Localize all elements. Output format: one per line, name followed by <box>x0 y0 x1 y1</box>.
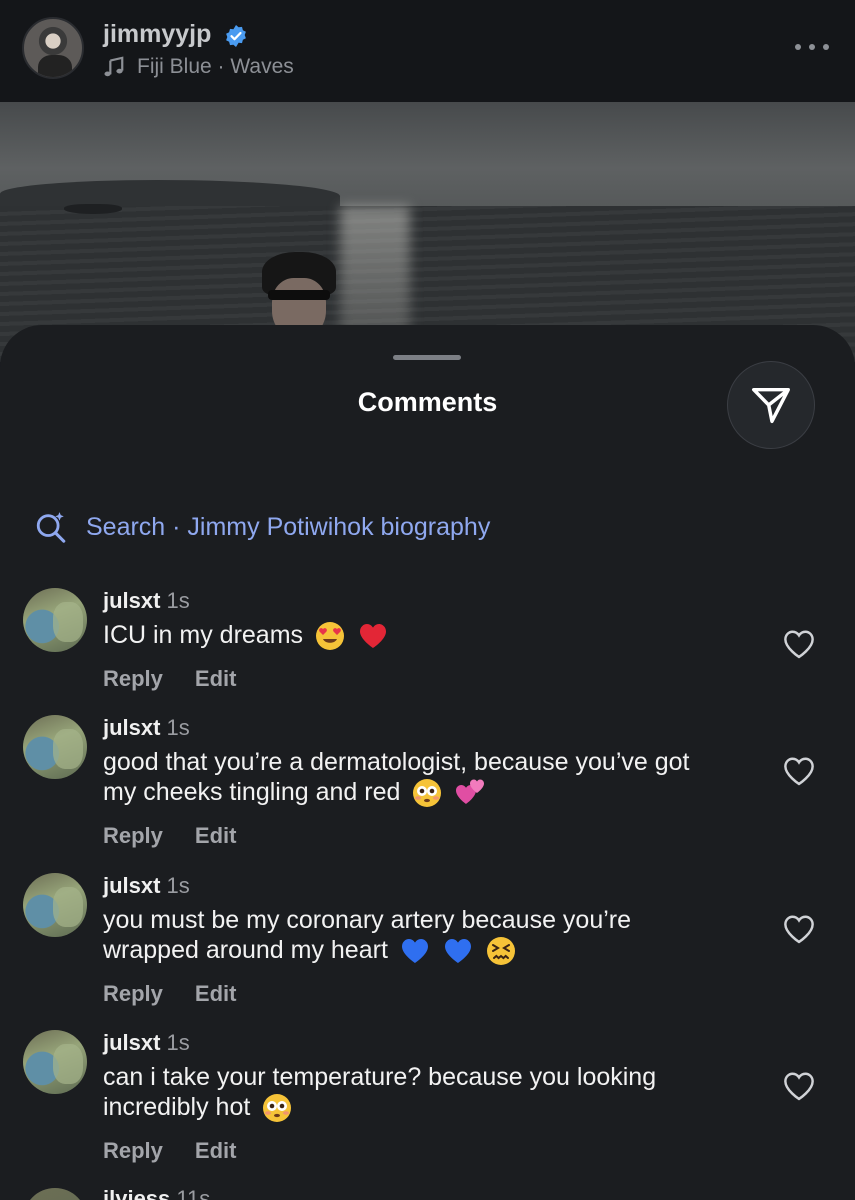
confounded-face-icon <box>486 937 515 966</box>
author-username[interactable]: jimmyyjp <box>103 20 211 49</box>
music-label: Fiji Blue · Waves <box>137 55 294 78</box>
commenter-avatar[interactable] <box>23 715 87 779</box>
post-photo <box>0 102 855 362</box>
like-heart-icon[interactable] <box>782 914 816 944</box>
search-suggestion-label: Search · Jimmy Potiwihok biography <box>86 512 491 541</box>
comment-actions: Reply Edit <box>103 823 236 849</box>
two-hearts-icon <box>456 779 485 805</box>
commenter-username[interactable]: julsxt <box>103 873 160 898</box>
commenter-username[interactable]: julsxt <box>103 588 160 613</box>
drag-handle[interactable] <box>393 355 461 360</box>
comment-text: ICU in my dreams <box>103 620 743 652</box>
edit-button[interactable]: Edit <box>195 1138 237 1164</box>
heart-eyes-face-icon <box>316 622 344 651</box>
edit-button[interactable]: Edit <box>195 981 237 1007</box>
blue-heart-icon <box>444 939 471 964</box>
reply-button[interactable]: Reply <box>103 823 163 849</box>
reply-button[interactable]: Reply <box>103 981 163 1007</box>
commenter-username[interactable]: julsxt <box>103 715 160 740</box>
comment-header: julsxt 1s <box>103 1030 190 1056</box>
search-suggestion[interactable]: Search · Jimmy Potiwihok biography <box>34 510 490 544</box>
red-heart-icon <box>359 624 386 649</box>
send-icon <box>752 387 790 424</box>
comment-time: 1s <box>166 715 190 740</box>
verified-badge-icon <box>226 25 246 47</box>
more-options-icon[interactable] <box>795 40 829 54</box>
comment-actions: Reply Edit <box>103 1138 236 1164</box>
comment-time: 1s <box>166 1030 190 1055</box>
comment-text: can i take your temperature? because you… <box>103 1062 723 1124</box>
reply-button[interactable]: Reply <box>103 1138 163 1164</box>
comment-actions: Reply Edit <box>103 666 236 692</box>
comment-header: julsxt 1s <box>103 873 190 899</box>
comment-text: you must be my coronary artery because y… <box>103 905 703 967</box>
music-info[interactable]: Fiji Blue · Waves <box>103 55 294 79</box>
comment-time: 1s <box>166 873 190 898</box>
like-heart-icon[interactable] <box>782 1071 816 1101</box>
commenter-username[interactable]: julsxt <box>103 1030 160 1055</box>
edit-button[interactable]: Edit <box>195 823 237 849</box>
ai-search-icon <box>36 512 66 543</box>
like-heart-icon[interactable] <box>782 629 816 659</box>
commenter-username[interactable]: ilyjess 11s <box>103 1186 210 1200</box>
comment-header: julsxt 1s <box>103 715 190 741</box>
reply-button[interactable]: Reply <box>103 666 163 692</box>
comment-header: julsxt 1s <box>103 588 190 614</box>
commenter-avatar[interactable] <box>23 588 87 652</box>
comment-time: 1s <box>166 588 190 613</box>
commenter-avatar[interactable] <box>23 1030 87 1094</box>
author-avatar[interactable] <box>22 17 84 79</box>
comment-text: good that you’re a dermatologist, becaus… <box>103 747 723 809</box>
edit-button[interactable]: Edit <box>195 666 237 692</box>
flushed-face-icon <box>413 779 442 808</box>
comment-actions: Reply Edit <box>103 981 236 1007</box>
flushed-face-icon <box>263 1094 292 1123</box>
share-button[interactable] <box>727 361 815 449</box>
blue-heart-icon <box>401 939 428 964</box>
music-note-icon <box>104 56 124 77</box>
like-heart-icon[interactable] <box>782 756 816 786</box>
commenter-avatar[interactable] <box>23 873 87 937</box>
post-header: jimmyyjp Fiji Blue · Waves <box>0 0 855 102</box>
